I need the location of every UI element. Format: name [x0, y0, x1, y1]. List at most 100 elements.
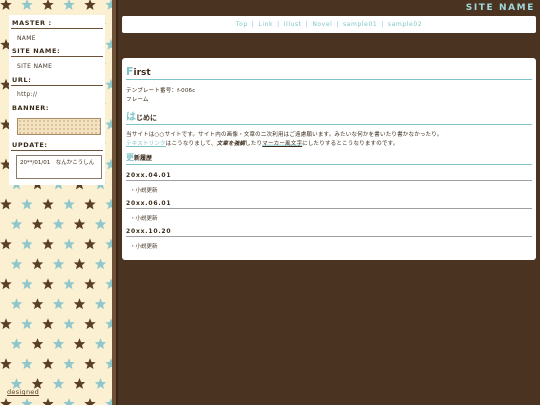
site-name-value: SITE NAME — [17, 63, 53, 70]
nav-separator: | — [336, 21, 340, 28]
star-icon — [105, 0, 112, 10]
star-icon — [21, 398, 33, 405]
text-link[interactable]: テキストリンク — [126, 141, 166, 147]
divider — [11, 28, 103, 29]
star-icon — [105, 238, 112, 250]
star-icon — [21, 278, 33, 290]
star-icon — [52, 378, 65, 389]
intro-mid2: したり — [245, 141, 263, 147]
star-icon — [10, 298, 23, 310]
star-icon — [63, 398, 75, 405]
emphasis-text: 文章を強調 — [216, 141, 246, 147]
star-icon — [21, 238, 33, 250]
url-label: URL: — [12, 76, 32, 84]
heading-initial: は — [126, 112, 136, 123]
nav-link-link[interactable]: Link — [258, 21, 273, 28]
star-icon — [63, 238, 75, 250]
star-icon — [84, 278, 96, 290]
nav-separator: | — [277, 21, 280, 28]
star-icon — [105, 38, 112, 50]
nav-bar: Top | Link | Illust | Novel | sample01 |… — [122, 16, 536, 33]
banner-label: BANNER: — [12, 104, 50, 112]
star-icon — [105, 158, 112, 170]
star-icon — [0, 398, 12, 405]
sidebar-border-dark — [116, 0, 118, 405]
nav-separator: | — [305, 21, 309, 28]
star-icon — [63, 0, 75, 10]
heading-rest: 新履歴 — [134, 155, 153, 162]
heading-initial: 更 — [126, 153, 134, 162]
star-icon — [84, 198, 96, 210]
star-icon — [105, 358, 112, 369]
star-icon — [0, 238, 12, 250]
heading-rest: irst — [133, 68, 151, 78]
star-icon — [0, 358, 12, 369]
intro-mid: はこうなりまして、 — [165, 141, 217, 147]
star-icon — [105, 318, 112, 330]
star-icon — [84, 358, 96, 369]
site-title[interactable]: SITE NAME — [466, 3, 535, 13]
heading-rest: じめに — [136, 114, 157, 122]
star-icon — [73, 298, 86, 310]
star-icon — [73, 378, 86, 389]
divider — [11, 56, 103, 57]
star-icon — [105, 398, 112, 405]
star-icon — [94, 218, 107, 230]
star-icon — [42, 318, 54, 330]
history-item: ・小説更新 — [130, 188, 158, 194]
star-icon — [10, 218, 23, 230]
intro-text: 当サイトは○○サイトです。サイト内の画像・文章の二次利用はご遠慮願います。みたい… — [126, 132, 443, 138]
master-label: MASTER : — [12, 19, 52, 27]
star-icon — [105, 278, 112, 290]
star-icon — [52, 338, 65, 349]
star-icon — [21, 358, 33, 369]
section-heading-history: 更新履歴 — [126, 152, 532, 165]
star-icon — [94, 258, 107, 270]
star-icon — [21, 318, 33, 330]
star-icon — [31, 298, 44, 310]
master-value: NAME — [17, 35, 36, 42]
star-icon — [84, 398, 96, 405]
history-date: 20xx.10.20 — [126, 228, 532, 237]
history-date: 20xx.06.01 — [126, 200, 532, 209]
star-icon — [105, 118, 112, 130]
star-icon — [84, 238, 96, 250]
designed-link[interactable]: designed — [7, 388, 39, 396]
banner-image[interactable] — [17, 118, 101, 135]
divider — [11, 85, 103, 86]
star-icon — [63, 278, 75, 290]
star-icon — [84, 0, 96, 10]
intro-text-2: テキストリンクはこうなりまして、文章を強調したりマーカー風文字にしたりするとこう… — [126, 139, 399, 147]
star-icon — [52, 298, 65, 310]
nav-link-sample01[interactable]: sample01 — [343, 21, 377, 28]
nav-link-top[interactable]: Top — [236, 21, 248, 28]
star-icon — [42, 238, 54, 250]
star-icon — [42, 278, 54, 290]
star-icon — [0, 278, 12, 290]
sidebar: MASTER : NAME SITE NAME: SITE NAME URL: … — [0, 0, 112, 405]
history-item: ・小説更新 — [130, 244, 158, 250]
star-icon — [42, 0, 54, 10]
section-heading-first: First — [126, 65, 532, 80]
star-icon — [31, 218, 44, 230]
star-icon — [42, 358, 54, 369]
star-icon — [0, 318, 12, 330]
marker-text: マーカー風文字 — [262, 141, 303, 147]
url-value[interactable]: http:// — [17, 91, 37, 98]
star-icon — [94, 298, 107, 310]
nav-link-novel[interactable]: Novel — [312, 21, 332, 28]
nav-separator: | — [251, 21, 255, 28]
star-icon — [73, 258, 86, 270]
star-icon — [73, 218, 86, 230]
star-icon — [84, 318, 96, 330]
star-icon — [52, 258, 65, 270]
section-heading-intro: はじめに — [126, 108, 532, 125]
site-name-label: SITE NAME: — [12, 47, 61, 55]
update-textarea[interactable]: 20**/01/01 なんかこうしん — [16, 155, 102, 179]
star-icon — [0, 198, 12, 210]
history-date: 20xx.04.01 — [126, 172, 532, 181]
star-icon — [21, 0, 33, 10]
nav-link-illust[interactable]: Illust — [284, 21, 302, 28]
nav-link-sample02[interactable]: sample02 — [388, 21, 422, 28]
intro-end: にしたりするとこうなりますのです。 — [302, 141, 399, 147]
